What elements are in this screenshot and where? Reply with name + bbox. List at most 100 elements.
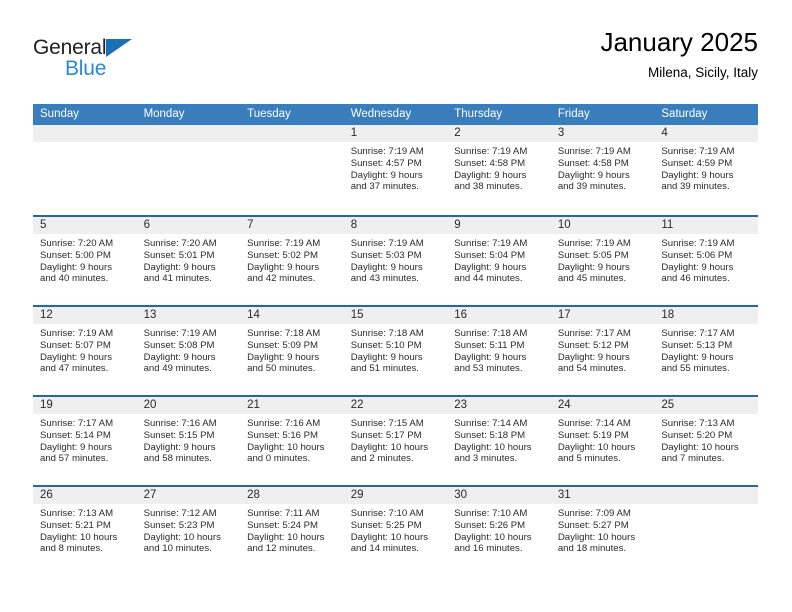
day-detail-line: Daylight: 9 hours <box>143 441 216 453</box>
day-detail-line: Sunset: 5:03 PM <box>350 249 422 261</box>
weekday-header-monday: Monday <box>143 108 185 120</box>
day-number: 27 <box>136 487 241 504</box>
day-details: Sunrise: 7:17 AM Sunset: 5:14 PM Daylight:… <box>33 414 137 465</box>
day-details: Sunrise: 7:09 AM Sunset: 5:27 PM Daylight:… <box>551 504 655 555</box>
calendar-day-cell[interactable]: 1 Sunrise: 7:19 AM Sunset: 4:57 PM Daylight… <box>343 125 448 215</box>
day-detail-line: and 0 minutes. <box>247 453 311 465</box>
day-number: 11 <box>654 217 758 234</box>
calendar-day-cell[interactable]: 11 Sunrise: 7:19 AM Sunset: 5:06 PM Dayligh… <box>654 217 758 305</box>
day-details: Sunrise: 7:19 AM Sunset: 4:58 PM Daylight:… <box>551 142 655 193</box>
day-detail-line: and 39 minutes. <box>661 181 730 193</box>
day-detail-line: Sunrise: 7:17 AM <box>40 418 114 429</box>
day-detail-line: Sunset: 5:14 PM <box>40 429 111 441</box>
calendar-day-cell[interactable]: 8 Sunrise: 7:19 AM Sunset: 5:03 PM Daylight… <box>343 217 448 305</box>
day-detail-line: Sunrise: 7:14 AM <box>454 418 528 429</box>
day-detail-line: Sunrise: 7:17 AM <box>557 328 631 339</box>
day-details <box>240 142 344 146</box>
calendar-week-row: 5 Sunrise: 7:20 AM Sunset: 5:00 PM Daylight… <box>33 215 758 305</box>
calendar-day-cell[interactable]: 30 Sunrise: 7:10 AM Sunset: 5:26 PM Dayligh… <box>447 487 551 575</box>
calendar-day-cell[interactable]: 19 Sunrise: 7:17 AM Sunset: 5:14 PM Dayligh… <box>33 397 137 485</box>
calendar-day-cell[interactable]: 15 Sunrise: 7:18 AM Sunset: 5:10 PM Dayligh… <box>343 307 448 395</box>
day-detail-line: Sunrise: 7:19 AM <box>557 146 631 157</box>
day-detail-line: and 38 minutes. <box>454 181 523 193</box>
day-detail-line: Daylight: 9 hours <box>143 351 216 363</box>
day-detail-line: and 49 minutes. <box>143 363 212 375</box>
calendar-day-cell[interactable]: 16 Sunrise: 7:18 AM Sunset: 5:11 PM Dayligh… <box>447 307 551 395</box>
calendar-day-cell[interactable]: 26 Sunrise: 7:13 AM Sunset: 5:21 PM Dayligh… <box>33 487 137 575</box>
day-detail-line: and 44 minutes. <box>454 273 523 285</box>
day-detail-line: Sunset: 5:06 PM <box>661 249 733 261</box>
day-detail-line: and 16 minutes. <box>454 543 523 555</box>
day-detail-line: Sunrise: 7:10 AM <box>350 508 424 519</box>
calendar-day-cell[interactable]: 21 Sunrise: 7:16 AM Sunset: 5:16 PM Dayligh… <box>240 397 344 485</box>
day-details: Sunrise: 7:19 AM Sunset: 5:05 PM Daylight:… <box>551 234 655 285</box>
day-detail-line: Daylight: 10 hours <box>143 531 221 543</box>
calendar-day-cell[interactable]: 28 Sunrise: 7:11 AM Sunset: 5:24 PM Dayligh… <box>240 487 344 575</box>
day-detail-line: Sunset: 5:27 PM <box>557 519 629 531</box>
calendar-day-cell[interactable]: 25 Sunrise: 7:13 AM Sunset: 5:20 PM Dayligh… <box>654 397 758 485</box>
calendar-day-cell[interactable]: 27 Sunrise: 7:12 AM Sunset: 5:23 PM Dayligh… <box>136 487 241 575</box>
day-detail-line: Sunrise: 7:20 AM <box>40 238 114 249</box>
day-details: Sunrise: 7:12 AM Sunset: 5:23 PM Daylight:… <box>137 504 241 555</box>
day-detail-line: Sunset: 5:12 PM <box>557 339 629 351</box>
day-detail-line: Sunrise: 7:13 AM <box>661 418 735 429</box>
calendar-day-cell[interactable]: 13 Sunrise: 7:19 AM Sunset: 5:08 PM Dayligh… <box>136 307 241 395</box>
day-number: 26 <box>33 487 137 504</box>
day-detail-line: Sunrise: 7:19 AM <box>661 238 735 249</box>
calendar-day-cell[interactable]: 22 Sunrise: 7:15 AM Sunset: 5:17 PM Dayligh… <box>343 397 448 485</box>
day-detail-line: Daylight: 9 hours <box>661 351 734 363</box>
day-detail-line: Daylight: 9 hours <box>557 169 630 181</box>
day-detail-line: Sunrise: 7:15 AM <box>350 418 424 429</box>
day-detail-line: Daylight: 9 hours <box>40 261 112 273</box>
day-details <box>33 142 137 146</box>
calendar-day-cell[interactable]: 18 Sunrise: 7:17 AM Sunset: 5:13 PM Dayligh… <box>654 307 758 395</box>
calendar-day-cell[interactable]: 14 Sunrise: 7:18 AM Sunset: 5:09 PM Dayligh… <box>240 307 344 395</box>
day-number: 6 <box>136 217 241 234</box>
day-detail-line: Sunrise: 7:19 AM <box>350 146 424 157</box>
day-details: Sunrise: 7:19 AM Sunset: 5:02 PM Daylight:… <box>240 234 344 285</box>
calendar-day-cell[interactable]: 29 Sunrise: 7:10 AM Sunset: 5:25 PM Dayligh… <box>343 487 448 575</box>
day-number: 31 <box>550 487 655 504</box>
calendar-day-cell[interactable]: 6 Sunrise: 7:20 AM Sunset: 5:01 PM Daylight… <box>136 217 241 305</box>
day-detail-line: Sunset: 5:20 PM <box>661 429 733 441</box>
day-detail-line: Daylight: 9 hours <box>454 351 527 363</box>
calendar-day-cell[interactable]: 17 Sunrise: 7:17 AM Sunset: 5:12 PM Dayligh… <box>550 307 655 395</box>
calendar-day-cell[interactable]: 24 Sunrise: 7:14 AM Sunset: 5:19 PM Dayligh… <box>550 397 655 485</box>
calendar-day-cell[interactable]: 5 Sunrise: 7:20 AM Sunset: 5:00 PM Daylight… <box>33 217 137 305</box>
day-number: 22 <box>343 397 448 414</box>
day-details: Sunrise: 7:17 AM Sunset: 5:12 PM Daylight:… <box>551 324 655 375</box>
day-detail-line: Sunrise: 7:18 AM <box>350 328 424 339</box>
day-detail-line: Sunrise: 7:16 AM <box>247 418 321 429</box>
calendar-day-cell[interactable]: 12 Sunrise: 7:19 AM Sunset: 5:07 PM Dayligh… <box>33 307 137 395</box>
calendar-grid: Sunday Monday Tuesday Wednesday Thursday Frid… <box>33 104 758 575</box>
day-details: Sunrise: 7:19 AM Sunset: 5:06 PM Daylight:… <box>654 234 758 285</box>
day-detail-line: Daylight: 9 hours <box>661 169 734 181</box>
day-detail-line: Sunset: 5:11 PM <box>454 339 525 351</box>
day-detail-line: Sunset: 5:23 PM <box>143 519 215 531</box>
day-number: 29 <box>343 487 448 504</box>
calendar-day-cell-empty <box>240 125 344 215</box>
day-detail-line: and 5 minutes. <box>557 453 621 465</box>
page-subtitle: Milena, Sicily, Italy <box>647 65 758 80</box>
calendar-day-cell[interactable]: 10 Sunrise: 7:19 AM Sunset: 5:05 PM Dayligh… <box>550 217 655 305</box>
day-detail-line: Daylight: 9 hours <box>247 351 320 363</box>
calendar-day-cell[interactable]: 9 Sunrise: 7:19 AM Sunset: 5:04 PM Daylight… <box>447 217 551 305</box>
day-detail-line: Sunset: 5:17 PM <box>350 429 422 441</box>
day-number: 21 <box>240 397 344 414</box>
weekday-header-row: Sunday Monday Tuesday Wednesday Thursday Frid… <box>33 104 758 125</box>
calendar-day-cell[interactable]: 2 Sunrise: 7:19 AM Sunset: 4:58 PM Daylight… <box>447 125 551 215</box>
day-number: 15 <box>343 307 448 324</box>
day-detail-line: Sunset: 5:26 PM <box>454 519 526 531</box>
general-blue-logo[interactable]: General Blue <box>33 36 233 92</box>
calendar-day-cell[interactable]: 20 Sunrise: 7:16 AM Sunset: 5:15 PM Dayligh… <box>136 397 241 485</box>
calendar-day-cell[interactable]: 23 Sunrise: 7:14 AM Sunset: 5:18 PM Dayligh… <box>447 397 551 485</box>
calendar-day-cell[interactable]: 7 Sunrise: 7:19 AM Sunset: 5:02 PM Daylight… <box>240 217 344 305</box>
day-detail-line: Sunrise: 7:17 AM <box>661 328 735 339</box>
calendar-day-cell[interactable]: 4 Sunrise: 7:19 AM Sunset: 4:59 PM Daylight… <box>654 125 758 215</box>
calendar-day-cell[interactable]: 31 Sunrise: 7:09 AM Sunset: 5:27 PM Dayligh… <box>550 487 655 575</box>
day-details: Sunrise: 7:16 AM Sunset: 5:16 PM Daylight:… <box>240 414 344 465</box>
day-number: 13 <box>136 307 241 324</box>
calendar-day-cell-empty <box>654 487 758 575</box>
calendar-day-cell[interactable]: 3 Sunrise: 7:19 AM Sunset: 4:58 PM Daylight… <box>550 125 655 215</box>
day-detail-line: Sunrise: 7:13 AM <box>40 508 114 519</box>
